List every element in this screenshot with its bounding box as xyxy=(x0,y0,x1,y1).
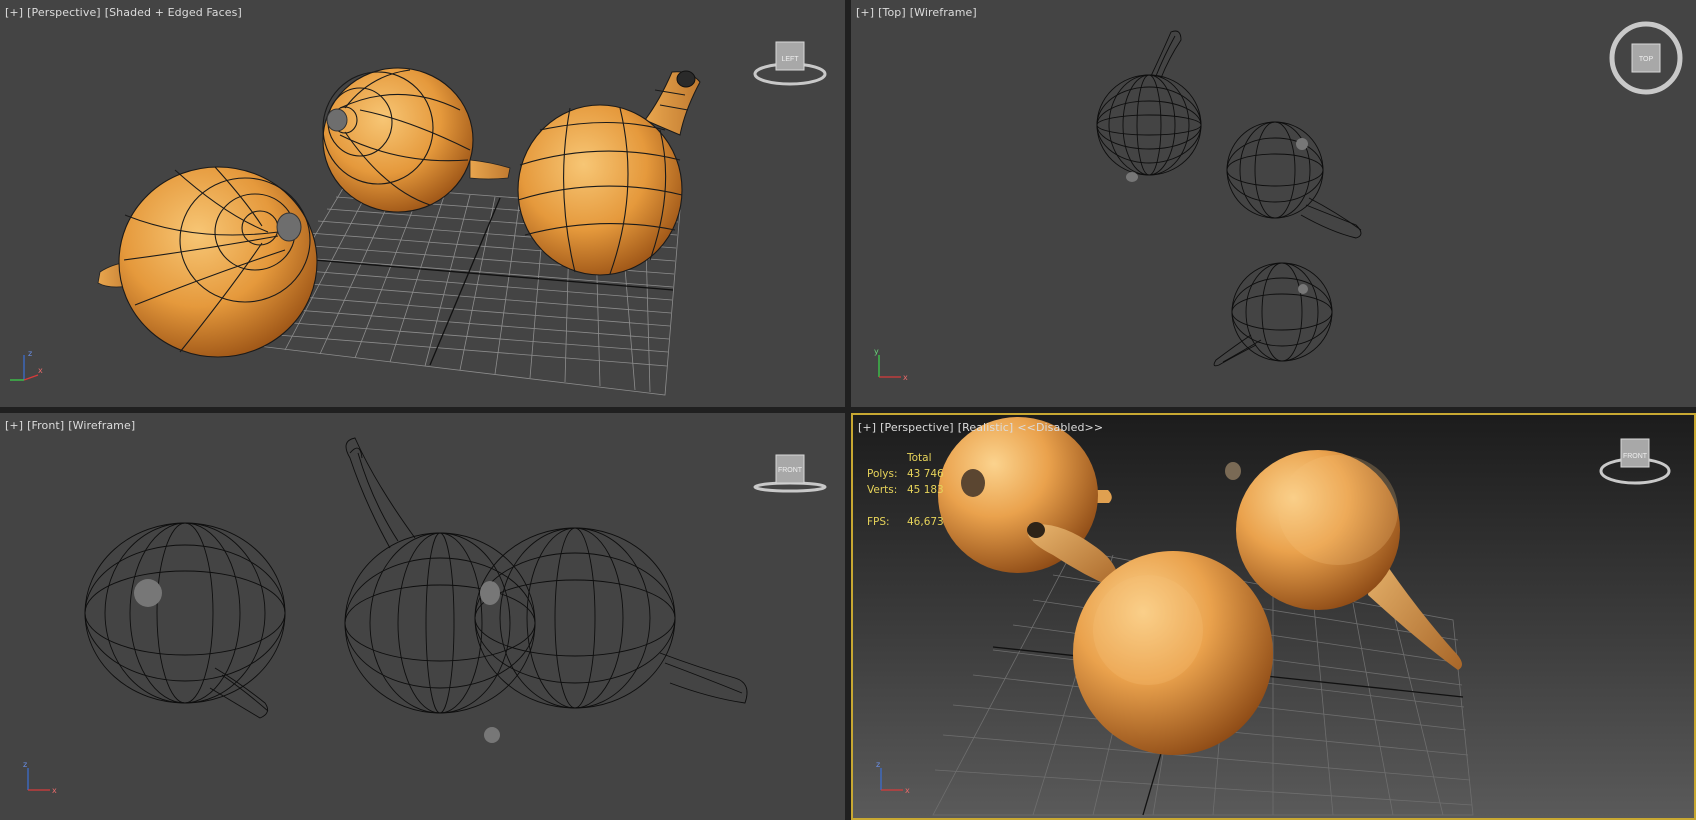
axis-tripod: y x xyxy=(874,347,908,382)
onion-object-1 xyxy=(97,166,318,358)
viewport-front-wireframe[interactable]: [+] [Front] [Wireframe] FRONT z x xyxy=(0,413,845,820)
viewport-view-menu[interactable]: [Perspective] xyxy=(880,421,954,434)
stats-overlay: Total Polys: 43 746 Verts: 45 183 FPS: 46,6… xyxy=(867,450,977,530)
onion-object-2 xyxy=(322,67,511,213)
svg-text:x: x xyxy=(905,786,910,795)
viewport-menu-button[interactable]: [+] xyxy=(5,6,23,19)
onion-object-3 xyxy=(517,70,701,276)
wire-onion-3 xyxy=(1213,262,1333,367)
viewport-shading-menu[interactable]: [Realistic] xyxy=(958,421,1014,434)
viewport-label: [+] [Top] [Wireframe] xyxy=(856,6,981,19)
viewcube[interactable]: TOP xyxy=(1606,18,1686,98)
viewport-view-menu[interactable]: [Top] xyxy=(878,6,906,19)
viewport-view-menu[interactable]: [Front] xyxy=(27,419,64,432)
viewport-label: [+] [Perspective] [Realistic] <<Disabled>> xyxy=(858,421,1107,434)
viewport-shading-menu[interactable]: [Shaded + Edged Faces] xyxy=(105,6,242,19)
svg-text:z: z xyxy=(23,760,27,769)
svg-text:TOP: TOP xyxy=(1639,56,1654,63)
viewport-disabled-indicator: <<Disabled>> xyxy=(1017,421,1104,434)
onion-object-2 xyxy=(1027,522,1273,755)
viewcube[interactable]: LEFT xyxy=(750,36,830,92)
svg-text:LEFT: LEFT xyxy=(781,56,799,63)
svg-text:x: x xyxy=(38,366,43,375)
viewport-menu-button[interactable]: [+] xyxy=(5,419,23,432)
viewport-view-menu[interactable]: [Perspective] xyxy=(27,6,101,19)
viewport-shading-menu[interactable]: [Wireframe] xyxy=(68,419,135,432)
wire-onion-3 xyxy=(474,527,748,709)
svg-text:FRONT: FRONT xyxy=(778,467,803,474)
svg-text:x: x xyxy=(52,786,57,795)
wire-onion-2 xyxy=(344,437,536,714)
svg-text:x: x xyxy=(903,373,908,382)
viewport-label: [+] [Front] [Wireframe] xyxy=(5,419,139,432)
svg-text:FRONT: FRONT xyxy=(1623,453,1648,460)
wire-onion-1 xyxy=(84,522,286,719)
scene-canvas[interactable] xyxy=(851,0,1696,407)
viewport-label: [+] [Perspective] [Shaded + Edged Faces] xyxy=(5,6,246,19)
svg-text:z: z xyxy=(28,349,32,358)
wire-onion-1 xyxy=(1096,30,1202,176)
viewport-shading-menu[interactable]: [Wireframe] xyxy=(910,6,977,19)
svg-text:z: z xyxy=(876,760,880,769)
verts-value: 45 183 xyxy=(907,484,944,496)
scene-canvas[interactable] xyxy=(0,0,845,407)
axis-tripod: z x xyxy=(876,760,910,795)
scene-canvas[interactable] xyxy=(853,415,1694,818)
scene-canvas[interactable] xyxy=(0,413,845,820)
viewport-perspective-realistic[interactable]: [+] [Perspective] [Realistic] <<Disabled>> … xyxy=(851,413,1696,820)
axis-tripod: z x xyxy=(23,760,57,795)
viewport-menu-button[interactable]: [+] xyxy=(856,6,874,19)
polys-label: Polys: xyxy=(867,468,898,480)
viewport-menu-button[interactable]: [+] xyxy=(858,421,876,434)
axis-tripod: z x xyxy=(10,349,43,381)
svg-text:y: y xyxy=(874,347,879,356)
fps-label: FPS: xyxy=(867,516,890,528)
verts-label: Verts: xyxy=(867,484,898,496)
viewcube[interactable]: FRONT xyxy=(750,449,830,505)
stats-header: Total xyxy=(907,452,932,464)
viewcube[interactable]: FRONT xyxy=(1595,431,1675,491)
viewport-perspective-shaded[interactable]: [+] [Perspective] [Shaded + Edged Faces] xyxy=(0,0,845,407)
wire-onion-2 xyxy=(1226,121,1362,239)
polys-value: 43 746 xyxy=(907,468,944,480)
viewport-top-wireframe[interactable]: [+] [Top] [Wireframe] TOP y x xyxy=(851,0,1696,407)
fps-value: 46,673 xyxy=(907,516,944,528)
